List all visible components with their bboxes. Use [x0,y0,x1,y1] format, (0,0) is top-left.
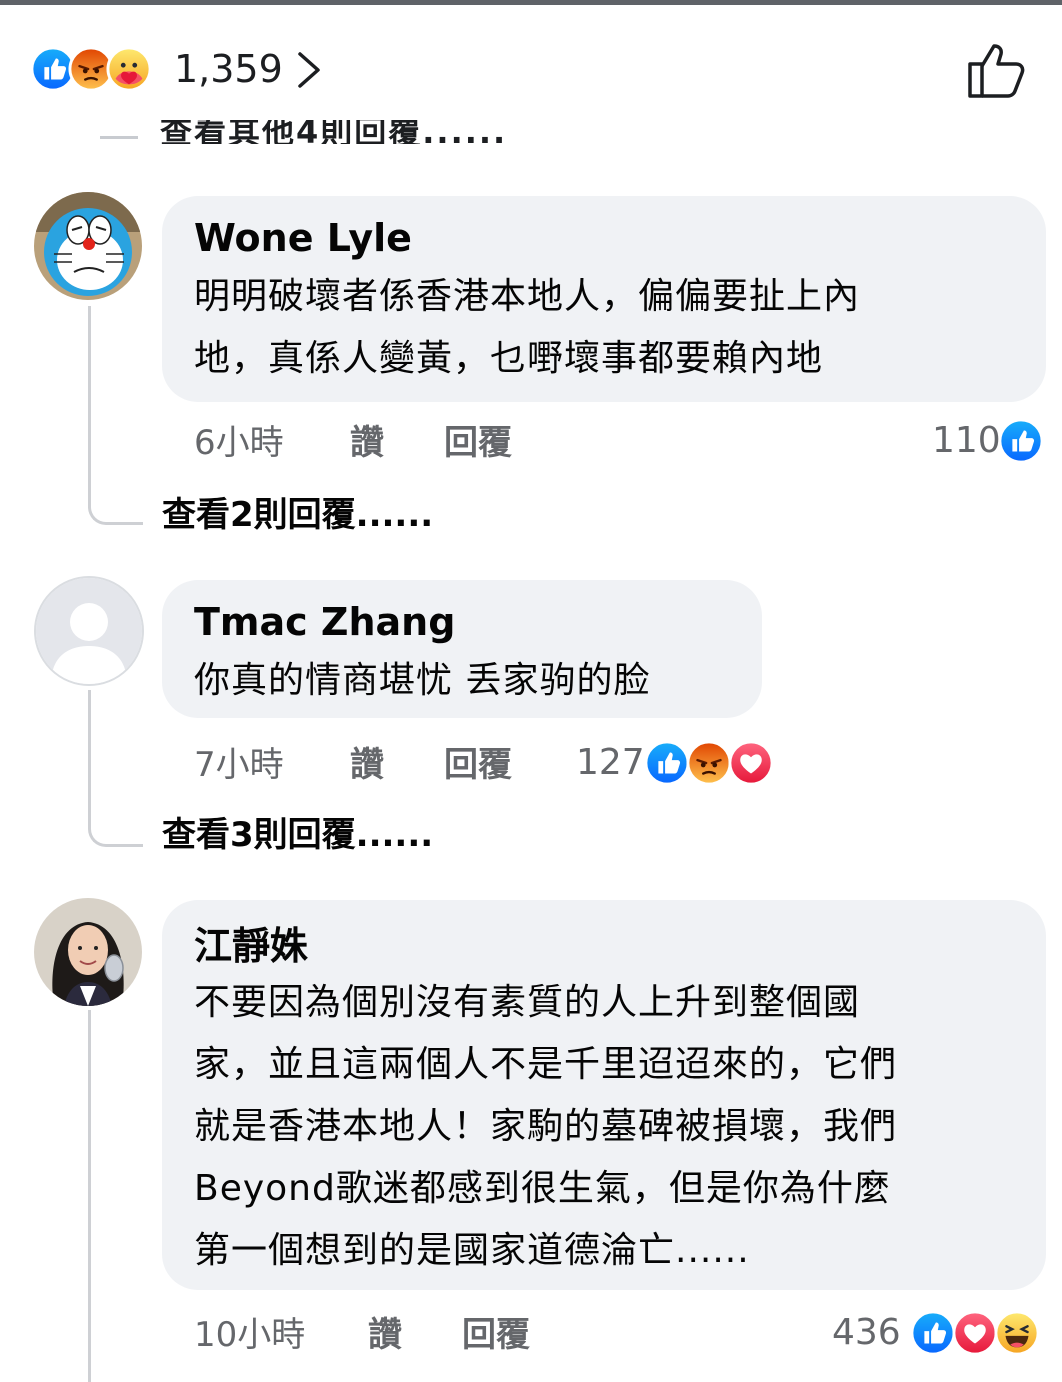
angry-icon [686,740,732,786]
comment-line: 明明破壞者係香港本地人，偏偏要扯上內 [194,276,861,317]
care-icon [106,46,152,92]
reply-button[interactable]: 回覆 [444,420,512,466]
doraemon-avatar-image [34,192,142,300]
comment-line: 第一個想到的是國家道德淪亡...... [194,1230,750,1271]
comment-line: 就是香港本地人！家駒的墓碑被損壞，我們 [194,1106,898,1147]
view-replies-link[interactable]: 查看2則回覆...... [162,492,433,538]
post-reaction-count[interactable]: 1,359 [174,44,283,94]
avatar[interactable] [34,576,144,686]
avatar[interactable] [34,898,142,1006]
comment-reaction-count[interactable]: 436 [832,1310,901,1356]
comment-author[interactable]: 江靜姝 [194,922,308,970]
comment-line: 不要因為個別沒有素質的人上升到整個國 [194,982,861,1023]
haha-icon [994,1310,1040,1356]
comment-author[interactable]: Tmac Zhang [194,598,455,646]
comment-reaction-count[interactable]: 127 [576,740,645,786]
comment-reaction-count[interactable]: 110 [932,418,1001,464]
comment-time[interactable]: 7小時 [194,742,284,788]
love-icon [728,740,774,786]
profile-photo-image [34,898,142,1006]
thread-line [88,1010,91,1382]
post-reactions[interactable] [30,44,144,94]
default-avatar-icon [36,578,142,684]
comment-reactions[interactable] [648,740,774,786]
like-icon [644,740,690,786]
like-icon [998,418,1044,464]
thread-elbow [88,470,143,525]
comment-reactions[interactable] [914,1310,1040,1356]
like-button[interactable]: 讚 [350,420,384,466]
comment-line: Beyond歌迷都感到很生氣，但是你為什麼 [194,1168,891,1209]
comment-time[interactable]: 10小時 [194,1312,305,1358]
thread-line [88,306,91,496]
comment-time[interactable]: 6小時 [194,420,284,466]
like-button[interactable]: 讚 [350,742,384,788]
reply-button[interactable]: 回覆 [444,742,512,788]
view-replies-link[interactable]: 查看3則回覆...... [162,812,433,858]
thumbs-up-icon[interactable] [964,40,1028,100]
like-button[interactable]: 讚 [368,1312,402,1358]
avatar[interactable] [34,192,142,300]
chevron-right-icon[interactable] [292,50,324,90]
love-icon [952,1310,998,1356]
reply-button[interactable]: 回覆 [462,1312,530,1358]
comment-line: 家，並且這兩個人不是千里迢迢來的，它們 [194,1044,898,1085]
partial-view-replies[interactable]: 查看其他4則回覆...... [160,120,507,144]
comment-reactions[interactable] [1002,418,1044,464]
comment-author[interactable]: Wone Lyle [194,214,412,262]
like-icon [910,1310,956,1356]
top-edge [0,0,1062,5]
thread-elbow [88,794,143,847]
comment-line: 你真的情商堪忧 丢家驹的脸 [194,660,651,701]
thread-connector [100,136,138,139]
comment-line: 地，真係人變黃，乜嘢壞事都要賴內地 [194,338,824,379]
